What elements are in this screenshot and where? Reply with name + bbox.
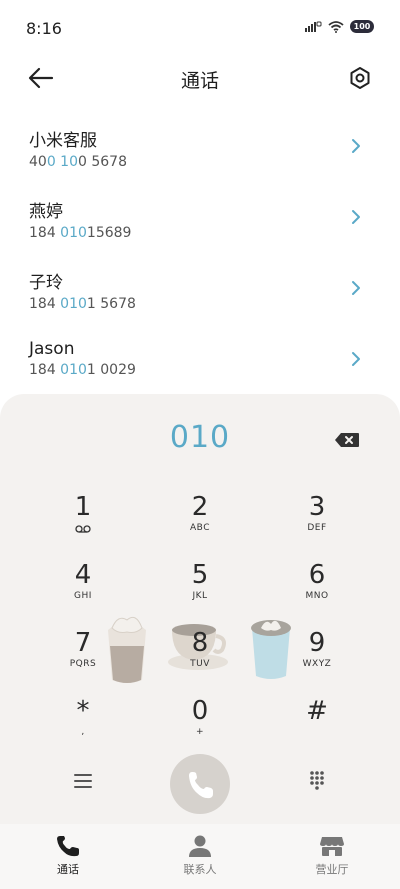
dial-key-hash[interactable]: # xyxy=(275,696,359,756)
page-title: 通话 xyxy=(180,70,219,92)
contact-name: 小米客服 xyxy=(29,131,97,151)
contact-name: 燕婷 xyxy=(29,202,63,222)
contact-item[interactable]: 燕婷 184 01015689 xyxy=(0,189,400,260)
key-letters: DEF xyxy=(307,523,327,533)
key-letters: MNO xyxy=(305,591,329,601)
status-bar: 8:16 100 xyxy=(0,0,400,56)
menu-icon xyxy=(74,774,92,788)
phone-icon xyxy=(57,836,79,857)
tab-store[interactable]: 营业厅 xyxy=(292,834,372,877)
contact-item[interactable]: 小米客服 400 100 5678 xyxy=(0,118,400,189)
dial-key-4[interactable]: 4 GHI xyxy=(41,560,125,620)
tab-label: 联系人 xyxy=(183,863,217,876)
call-button[interactable] xyxy=(170,754,230,814)
status-time: 8:16 xyxy=(26,19,62,38)
dial-key-2[interactable]: 2 ABC xyxy=(158,492,242,552)
key-digit: # xyxy=(306,696,328,726)
key-letters: PQRS xyxy=(69,659,97,669)
contact-name: Jason xyxy=(29,339,75,359)
dial-key-5[interactable]: 5 JKL xyxy=(158,560,242,620)
contact-number: 400 100 5678 xyxy=(29,154,127,170)
tab-label: 通话 xyxy=(57,863,79,876)
tab-calls[interactable]: 通话 xyxy=(28,834,108,877)
dial-key-star[interactable]: * , xyxy=(41,696,125,756)
key-letters: TUV xyxy=(190,659,210,669)
key-digit: 6 xyxy=(308,560,326,590)
tab-bar: 通话 联系人 营业厅 xyxy=(0,824,400,889)
tab-label: 营业厅 xyxy=(315,863,349,876)
key-digit: 3 xyxy=(308,492,326,522)
key-digit: 9 xyxy=(308,628,326,658)
person-icon xyxy=(189,835,211,857)
contact-item[interactable]: Jason 184 0101 0029 xyxy=(0,331,400,402)
dial-key-1[interactable]: 1 xyxy=(41,492,125,552)
dial-key-6[interactable]: 6 MNO xyxy=(275,560,359,620)
store-icon xyxy=(320,837,344,856)
menu-button[interactable] xyxy=(63,766,103,796)
key-digit: * xyxy=(76,696,90,726)
chevron-right-icon[interactable] xyxy=(350,138,362,154)
key-digit: 0 xyxy=(191,696,209,726)
key-digit: 4 xyxy=(74,560,92,590)
chevron-right-icon[interactable] xyxy=(350,351,362,367)
header: 通话 xyxy=(0,56,400,100)
wifi-icon xyxy=(328,20,344,33)
chevron-right-icon[interactable] xyxy=(350,280,362,296)
contact-number: 184 01015689 xyxy=(29,225,132,241)
contact-list: 小米客服 400 100 5678 燕婷 184 01015689 子玲 184… xyxy=(0,118,400,402)
dial-key-9[interactable]: 9 WXYZ xyxy=(275,628,359,688)
key-letters: ABC xyxy=(190,523,210,533)
key-letters: , xyxy=(81,727,85,737)
keypad-icon xyxy=(310,771,324,790)
key-digit: 5 xyxy=(191,560,209,590)
phone-icon xyxy=(189,772,213,799)
gear-icon xyxy=(350,67,370,89)
chevron-right-icon[interactable] xyxy=(350,209,362,225)
dial-key-8[interactable]: 8 TUV xyxy=(158,628,242,688)
dialpad: 010 1 2 ABC 3 DEF 4 GHI 5 JKL 6 MNO 7 PQ… xyxy=(0,394,400,824)
contact-name: 子玲 xyxy=(29,273,63,293)
settings-button[interactable] xyxy=(348,66,372,90)
backspace-icon xyxy=(335,433,359,447)
key-digit: 8 xyxy=(191,628,209,658)
key-digit: 2 xyxy=(191,492,209,522)
battery-icon: 100 xyxy=(350,20,374,33)
key-digit: 1 xyxy=(74,492,92,522)
contact-number: 184 0101 0029 xyxy=(29,362,136,378)
status-icons: 100 xyxy=(304,20,374,33)
dial-key-0[interactable]: 0 + xyxy=(158,696,242,756)
signal-icon xyxy=(305,21,322,32)
contact-item[interactable]: 子玲 184 0101 5678 xyxy=(0,260,400,331)
key-letters: WXYZ xyxy=(302,659,332,669)
keypad-toggle-button[interactable] xyxy=(297,766,337,796)
contact-number: 184 0101 5678 xyxy=(29,296,136,312)
key-letters: + xyxy=(195,727,205,737)
key-letters: GHI xyxy=(74,591,92,601)
voicemail-icon xyxy=(75,525,91,533)
backspace-button[interactable] xyxy=(334,432,360,448)
dial-key-7[interactable]: 7 PQRS xyxy=(41,628,125,688)
tab-contacts[interactable]: 联系人 xyxy=(160,834,240,877)
key-letters: JKL xyxy=(192,591,208,601)
dial-key-3[interactable]: 3 DEF xyxy=(275,492,359,552)
key-digit: 7 xyxy=(74,628,92,658)
